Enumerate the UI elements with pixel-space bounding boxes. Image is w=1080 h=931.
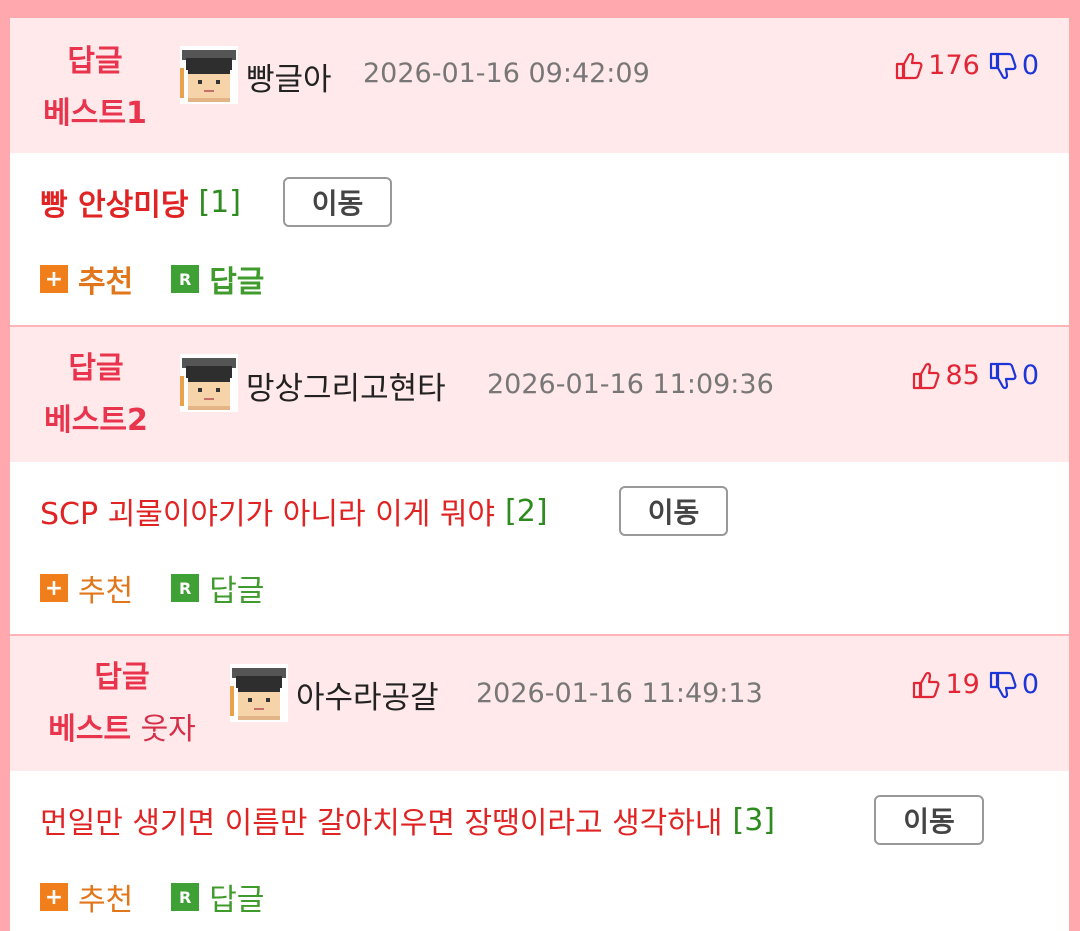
reply-button[interactable]: 답글 xyxy=(209,875,264,919)
graduate-avatar-icon[interactable] xyxy=(180,46,238,104)
dislike-count: 0 xyxy=(1021,360,1039,391)
reply-button[interactable]: 답글 xyxy=(209,566,264,610)
best-badge-line2: 베스트2 xyxy=(44,403,148,438)
move-button[interactable]: 이동 xyxy=(619,486,728,536)
reply-count: [3] xyxy=(732,802,775,838)
reply-body: 먼일만 생기면 이름만 갈아치우면 장땡이라고 생각하내 [3] 이동 + 추천… xyxy=(10,771,1069,931)
reply-title-line: SCP 괴물이야기가 아니라 이게 뭐야 [2] xyxy=(40,489,548,533)
best-badge-line1: 답글 xyxy=(67,44,123,79)
author-nickname[interactable]: 빵글아 xyxy=(246,54,332,99)
move-button[interactable]: 이동 xyxy=(283,177,392,227)
thumbs-down-icon[interactable] xyxy=(988,670,1018,700)
thumbs-down-icon[interactable] xyxy=(988,51,1018,81)
reply-body: 빵 안상미당 [1] 이동 + 추천 R 답글 xyxy=(10,153,1069,325)
vote-area: 176 0 xyxy=(894,50,1039,81)
graduate-avatar-icon[interactable] xyxy=(180,354,238,412)
dislike-count: 0 xyxy=(1021,50,1039,81)
r-box-icon: R xyxy=(171,883,200,911)
plus-box-icon: + xyxy=(40,265,68,293)
graduate-avatar-icon[interactable] xyxy=(230,664,288,722)
best-badge: 답글 베스트 웃자 xyxy=(40,652,204,756)
reply-actions: + 추천 R 답글 xyxy=(40,875,264,919)
r-box-icon: R xyxy=(171,574,200,602)
reply-button[interactable]: 답글 xyxy=(209,257,264,301)
thumbs-up-icon[interactable] xyxy=(911,361,941,391)
vote-area: 85 0 xyxy=(911,360,1039,391)
reply-title[interactable]: SCP 괴물이야기가 아니라 이게 뭐야 xyxy=(40,489,495,533)
like-count: 85 xyxy=(945,360,980,391)
like-count: 176 xyxy=(928,50,980,81)
best-badge: 답글 베스트2 xyxy=(40,343,152,447)
best-replies-panel: 답글 베스트1 빵글아 2026-01-16 09:42:09 176 0 빵 … xyxy=(10,18,1069,931)
best-reply-2: 답글 베스트2 망상그리고현타 2026-01-16 11:09:36 85 0… xyxy=(10,327,1069,634)
reply-body: SCP 괴물이야기가 아니라 이게 뭐야 [2] 이동 + 추천 R 답글 xyxy=(10,462,1069,634)
thumbs-down-icon[interactable] xyxy=(988,361,1018,391)
r-box-icon: R xyxy=(171,265,200,293)
vote-area: 19 0 xyxy=(911,669,1039,700)
recommend-button[interactable]: 추천 xyxy=(78,875,133,919)
reply-count: [1] xyxy=(198,184,241,220)
author-nickname[interactable]: 망상그리고현타 xyxy=(246,363,446,408)
reply-title[interactable]: 빵 안상미당 xyxy=(40,180,188,224)
thumbs-up-icon[interactable] xyxy=(911,670,941,700)
best-badge-line1: 답글 xyxy=(94,660,150,695)
post-datetime: 2026-01-16 11:09:36 xyxy=(487,369,774,400)
plus-box-icon: + xyxy=(40,883,68,911)
reply-actions: + 추천 R 답글 xyxy=(40,566,264,610)
reply-header: 답글 베스트1 빵글아 2026-01-16 09:42:09 176 0 xyxy=(10,18,1069,153)
recommend-button[interactable]: 추천 xyxy=(78,566,133,610)
post-datetime: 2026-01-16 09:42:09 xyxy=(363,58,650,89)
best-badge-line2: 베스트 xyxy=(48,712,132,747)
reply-title-line: 먼일만 생기면 이름만 갈아치우면 장땡이라고 생각하내 [3] xyxy=(40,798,775,842)
thumbs-up-icon[interactable] xyxy=(894,51,924,81)
best-badge-line1: 답글 xyxy=(68,351,124,386)
recommend-button[interactable]: 추천 xyxy=(78,257,133,301)
best-badge-line2: 베스트1 xyxy=(43,96,147,131)
best-reply-1: 답글 베스트1 빵글아 2026-01-16 09:42:09 176 0 빵 … xyxy=(10,18,1069,325)
reply-title-line: 빵 안상미당 [1] xyxy=(40,180,241,224)
move-button[interactable]: 이동 xyxy=(874,795,984,845)
like-count: 19 xyxy=(945,669,980,700)
best-reply-3: 답글 베스트 웃자 아수라공갈 2026-01-16 11:49:13 19 0… xyxy=(10,636,1069,931)
reply-header: 답글 베스트 웃자 아수라공갈 2026-01-16 11:49:13 19 0 xyxy=(10,636,1069,771)
dislike-count: 0 xyxy=(1021,669,1039,700)
author-nickname[interactable]: 아수라공갈 xyxy=(296,672,439,717)
reply-title[interactable]: 먼일만 생기면 이름만 갈아치우면 장땡이라고 생각하내 xyxy=(40,798,722,842)
plus-box-icon: + xyxy=(40,574,68,602)
best-category[interactable]: 웃자 xyxy=(131,712,196,747)
reply-count: [2] xyxy=(505,493,548,529)
reply-actions: + 추천 R 답글 xyxy=(40,257,264,301)
reply-header: 답글 베스트2 망상그리고현타 2026-01-16 11:09:36 85 0 xyxy=(10,327,1069,462)
post-datetime: 2026-01-16 11:49:13 xyxy=(476,678,763,709)
best-badge: 답글 베스트1 xyxy=(40,36,150,140)
